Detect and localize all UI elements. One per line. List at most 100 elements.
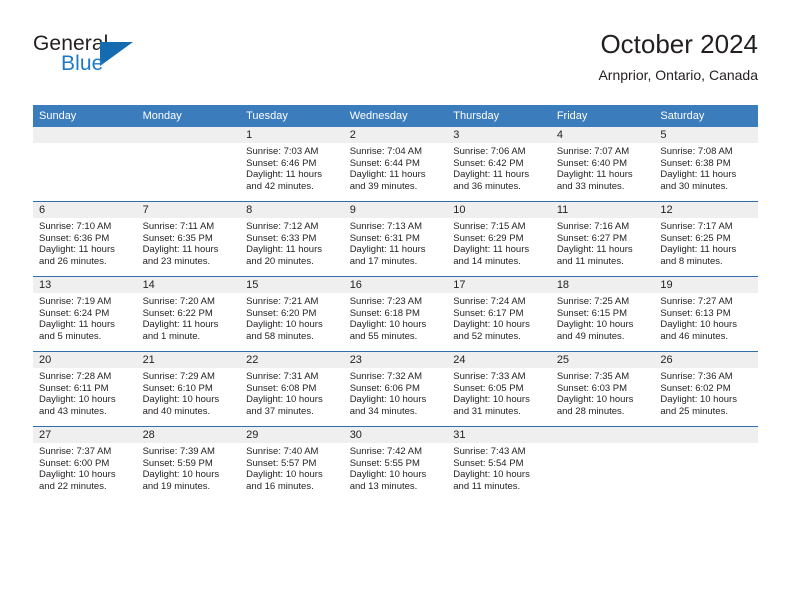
day-details: Sunrise: 7:28 AM Sunset: 6:11 PM Dayligh… <box>33 368 137 417</box>
daylight-text-line2: and 8 minutes. <box>660 255 723 267</box>
sunrise-text: Sunrise: 7:16 AM <box>556 221 630 232</box>
day-cell[interactable]: 15 Sunrise: 7:21 AM Sunset: 6:20 PM Dayl… <box>240 276 344 352</box>
daylight-text-line1: Daylight: 10 hours <box>453 319 530 331</box>
daylight-text-line2: and 31 minutes. <box>453 405 521 417</box>
day-cell-inner: 12 Sunrise: 7:17 AM Sunset: 6:25 PM Dayl… <box>654 202 758 276</box>
day-cell[interactable]: 29 Sunrise: 7:40 AM Sunset: 5:57 PM Dayl… <box>240 426 344 501</box>
day-cell-inner <box>550 427 655 501</box>
sunrise-sunset-calendar: Sunday Monday Tuesday Wednesday Thursday… <box>33 105 758 501</box>
general-blue-logo[interactable]: General Blue <box>33 32 213 88</box>
day-number: 29 <box>240 427 344 443</box>
day-number: 9 <box>343 202 448 218</box>
day-cell[interactable]: 14 Sunrise: 7:20 AM Sunset: 6:22 PM Dayl… <box>136 276 241 352</box>
daylight-text-line1: Daylight: 11 hours <box>349 244 426 256</box>
sunset-text: Sunset: 6:22 PM <box>142 307 213 319</box>
day-number: 20 <box>33 352 137 368</box>
day-number: 25 <box>550 352 655 368</box>
day-number: 2 <box>343 127 448 143</box>
daylight-text-line1: Daylight: 11 hours <box>556 169 633 181</box>
day-number: 31 <box>447 427 551 443</box>
day-cell[interactable]: 2 Sunrise: 7:04 AM Sunset: 6:44 PM Dayli… <box>343 127 448 202</box>
day-number: 17 <box>447 277 551 293</box>
sunset-text: Sunset: 6:03 PM <box>556 382 628 394</box>
day-details: Sunrise: 7:04 AM Sunset: 6:44 PM Dayligh… <box>344 143 448 192</box>
sunset-text: Sunset: 6:29 PM <box>453 232 524 244</box>
daylight-text-line1: Daylight: 11 hours <box>39 319 115 331</box>
day-details: Sunrise: 7:35 AM Sunset: 6:03 PM Dayligh… <box>551 368 655 417</box>
day-details: Sunrise: 7:17 AM Sunset: 6:25 PM Dayligh… <box>654 218 758 267</box>
day-number: 21 <box>136 352 241 368</box>
week-row: 20 Sunrise: 7:28 AM Sunset: 6:11 PM Dayl… <box>33 351 758 427</box>
day-cell[interactable]: 31 Sunrise: 7:43 AM Sunset: 5:54 PM Dayl… <box>447 426 551 501</box>
day-cell[interactable]: 7 Sunrise: 7:11 AM Sunset: 6:35 PM Dayli… <box>136 201 241 277</box>
day-details: Sunrise: 7:19 AM Sunset: 6:24 PM Dayligh… <box>33 293 137 342</box>
daylight-text-line2: and 37 minutes. <box>246 405 314 417</box>
day-cell[interactable]: 28 Sunrise: 7:39 AM Sunset: 5:59 PM Dayl… <box>136 426 241 501</box>
sunrise-text: Sunrise: 7:17 AM <box>660 221 733 232</box>
day-cell-inner: 21 Sunrise: 7:29 AM Sunset: 6:10 PM Dayl… <box>136 352 241 426</box>
daylight-text-line1: Daylight: 10 hours <box>453 469 530 481</box>
weekday-header-saturday: Saturday <box>654 105 758 127</box>
day-cell[interactable]: 17 Sunrise: 7:24 AM Sunset: 6:17 PM Dayl… <box>447 276 551 352</box>
day-cell[interactable]: 22 Sunrise: 7:31 AM Sunset: 6:08 PM Dayl… <box>240 351 344 427</box>
day-cell[interactable]: 6 Sunrise: 7:10 AM Sunset: 6:36 PM Dayli… <box>33 201 137 277</box>
sunrise-text: Sunrise: 7:25 AM <box>556 296 630 307</box>
daylight-text-line1: Daylight: 10 hours <box>556 394 634 406</box>
day-cell-inner: 23 Sunrise: 7:32 AM Sunset: 6:06 PM Dayl… <box>343 352 448 426</box>
daylight-text-line2: and 22 minutes. <box>39 480 107 492</box>
sunrise-text: Sunrise: 7:24 AM <box>453 296 526 307</box>
day-number: 10 <box>447 202 551 218</box>
day-cell[interactable]: 26 Sunrise: 7:36 AM Sunset: 6:02 PM Dayl… <box>654 351 758 427</box>
day-cell-inner: 3 Sunrise: 7:06 AM Sunset: 6:42 PM Dayli… <box>447 127 551 201</box>
day-cell[interactable]: 9 Sunrise: 7:13 AM Sunset: 6:31 PM Dayli… <box>343 201 448 277</box>
day-cell[interactable]: 1 Sunrise: 7:03 AM Sunset: 6:46 PM Dayli… <box>240 127 344 202</box>
day-number: 16 <box>343 277 448 293</box>
day-details: Sunrise: 7:20 AM Sunset: 6:22 PM Dayligh… <box>137 293 241 342</box>
day-cell[interactable]: 21 Sunrise: 7:29 AM Sunset: 6:10 PM Dayl… <box>136 351 241 427</box>
day-details <box>551 443 655 446</box>
sunrise-text: Sunrise: 7:37 AM <box>39 446 112 457</box>
day-cell[interactable]: 11 Sunrise: 7:16 AM Sunset: 6:27 PM Dayl… <box>550 201 655 277</box>
day-cell[interactable]: 3 Sunrise: 7:06 AM Sunset: 6:42 PM Dayli… <box>447 127 551 202</box>
day-cell[interactable]: 4 Sunrise: 7:07 AM Sunset: 6:40 PM Dayli… <box>550 127 655 202</box>
day-details: Sunrise: 7:33 AM Sunset: 6:05 PM Dayligh… <box>447 368 551 417</box>
daylight-text-line1: Daylight: 11 hours <box>246 244 322 256</box>
day-cell-inner: 4 Sunrise: 7:07 AM Sunset: 6:40 PM Dayli… <box>550 127 655 201</box>
day-cell[interactable]: 23 Sunrise: 7:32 AM Sunset: 6:06 PM Dayl… <box>343 351 448 427</box>
day-cell-inner: 19 Sunrise: 7:27 AM Sunset: 6:13 PM Dayl… <box>654 277 758 351</box>
day-cell[interactable]: 24 Sunrise: 7:33 AM Sunset: 6:05 PM Dayl… <box>447 351 551 427</box>
sunrise-text: Sunrise: 7:28 AM <box>39 371 112 382</box>
daylight-text-line2: and 11 minutes. <box>556 255 624 267</box>
day-cell[interactable]: 10 Sunrise: 7:15 AM Sunset: 6:29 PM Dayl… <box>447 201 551 277</box>
day-cell[interactable]: 13 Sunrise: 7:19 AM Sunset: 6:24 PM Dayl… <box>33 276 137 352</box>
day-cell[interactable] <box>136 127 241 202</box>
day-cell[interactable] <box>33 127 137 202</box>
day-cell[interactable]: 30 Sunrise: 7:42 AM Sunset: 5:55 PM Dayl… <box>343 426 448 501</box>
daylight-text-line1: Daylight: 10 hours <box>556 319 634 331</box>
day-details: Sunrise: 7:42 AM Sunset: 5:55 PM Dayligh… <box>344 443 448 492</box>
daylight-text-line2: and 39 minutes. <box>349 180 418 192</box>
day-cell[interactable]: 18 Sunrise: 7:25 AM Sunset: 6:15 PM Dayl… <box>550 276 655 352</box>
day-cell[interactable]: 12 Sunrise: 7:17 AM Sunset: 6:25 PM Dayl… <box>654 201 758 277</box>
day-cell[interactable]: 5 Sunrise: 7:08 AM Sunset: 6:38 PM Dayli… <box>654 127 758 202</box>
daylight-text-line1: Daylight: 10 hours <box>39 469 116 481</box>
day-cell[interactable]: 20 Sunrise: 7:28 AM Sunset: 6:11 PM Dayl… <box>33 351 137 427</box>
daylight-text-line2: and 11 minutes. <box>453 480 521 492</box>
day-number: 8 <box>240 202 344 218</box>
day-cell[interactable] <box>550 426 655 501</box>
day-details: Sunrise: 7:24 AM Sunset: 6:17 PM Dayligh… <box>447 293 551 342</box>
day-cell[interactable]: 25 Sunrise: 7:35 AM Sunset: 6:03 PM Dayl… <box>550 351 655 427</box>
day-cell-inner <box>33 127 137 201</box>
sunrise-text: Sunrise: 7:36 AM <box>660 371 733 382</box>
day-number <box>33 127 137 143</box>
daylight-text-line1: Daylight: 11 hours <box>142 244 219 256</box>
day-cell[interactable]: 19 Sunrise: 7:27 AM Sunset: 6:13 PM Dayl… <box>654 276 758 352</box>
daylight-text-line2: and 28 minutes. <box>556 405 625 417</box>
day-cell[interactable] <box>654 426 758 501</box>
sunset-text: Sunset: 6:24 PM <box>39 307 110 319</box>
day-number: 18 <box>550 277 655 293</box>
sunset-text: Sunset: 6:27 PM <box>556 232 628 244</box>
day-cell[interactable]: 27 Sunrise: 7:37 AM Sunset: 6:00 PM Dayl… <box>33 426 137 501</box>
day-cell[interactable]: 16 Sunrise: 7:23 AM Sunset: 6:18 PM Dayl… <box>343 276 448 352</box>
day-cell[interactable]: 8 Sunrise: 7:12 AM Sunset: 6:33 PM Dayli… <box>240 201 344 277</box>
